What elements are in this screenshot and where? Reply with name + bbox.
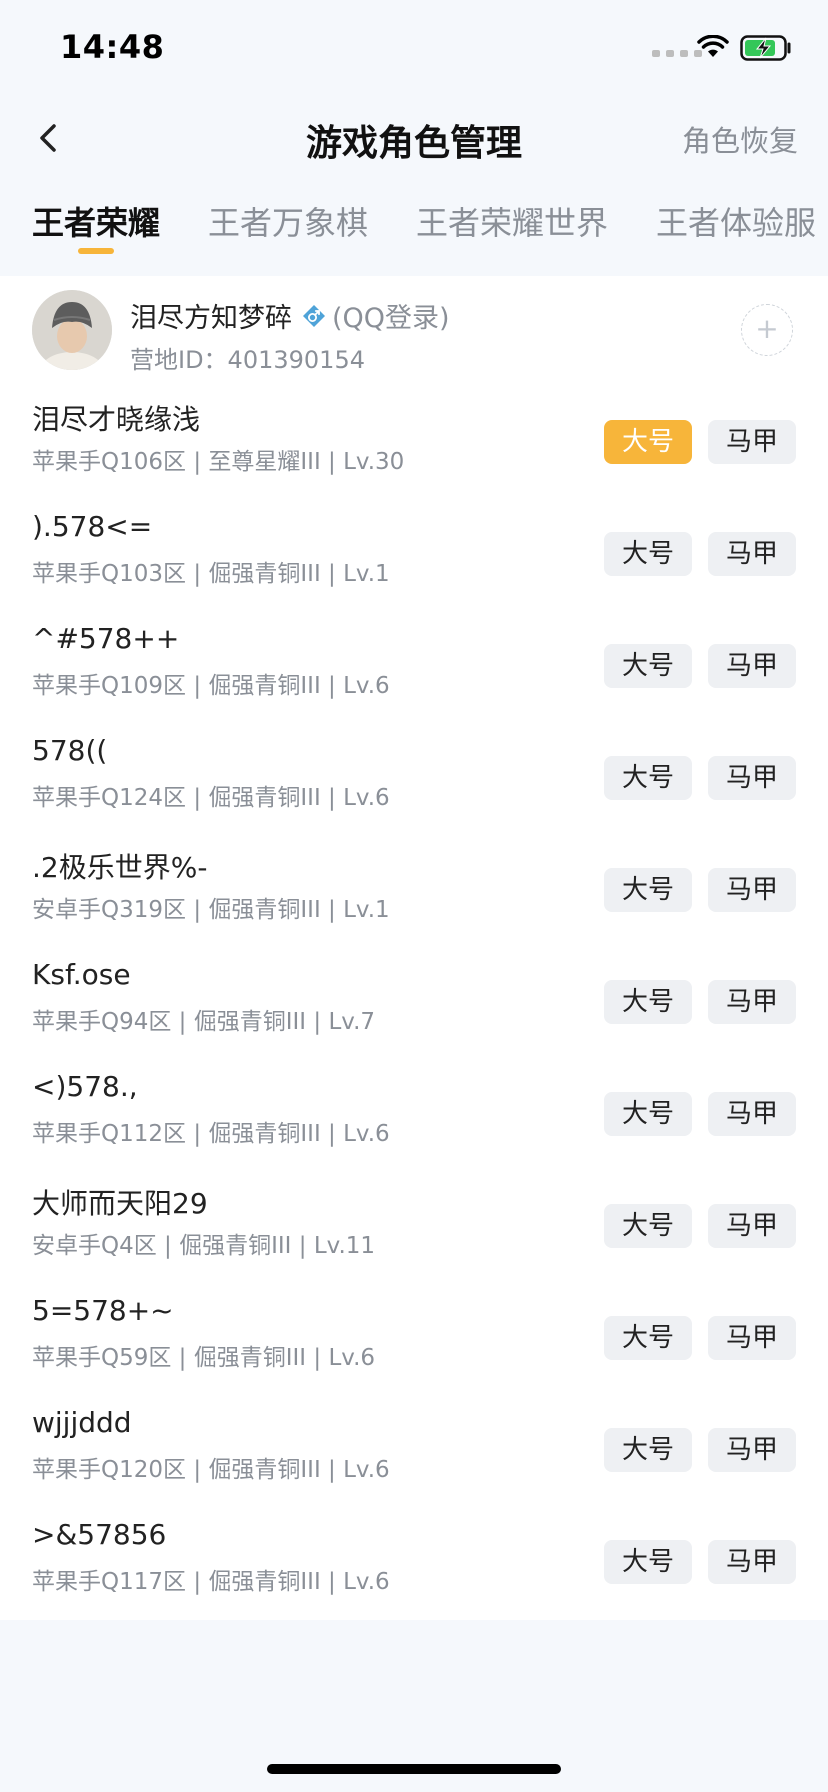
alt-account-button[interactable]: 马甲 [708,532,796,576]
role-meta: 安卓手Q319区 | 倔强青铜III | Lv.1 [32,897,390,923]
role-name: Ksf.ose [32,958,131,991]
profile-name-row: 泪尽方知梦碎 (QQ登录) [130,296,450,335]
role-list: 泪尽才晓缘浅 苹果手Q106区 | 至尊星耀III | Lv.30 大号 马甲).57… [0,386,828,1618]
role-meta: 苹果手Q120区 | 倔强青铜III | Lv.6 [32,1457,390,1483]
main-account-button[interactable]: 大号 [604,980,692,1024]
role-name: >&57856 [32,1518,167,1551]
camp-id: 营地ID：401390154 [130,346,365,374]
alt-account-button[interactable]: 马甲 [708,756,796,800]
main-account-button[interactable]: 大号 [604,1204,692,1248]
main-account-button[interactable]: 大号 [604,1540,692,1584]
role-item: ).578<= 苹果手Q103区 | 倔强青铜III | Lv.1 大号 马甲 [0,498,828,610]
role-item: .2极乐世界%- 安卓手Q319区 | 倔强青铜III | Lv.1 大号 马甲 [0,834,828,946]
profile-name: 泪尽方知梦碎 [130,303,292,334]
cellular-signal-icon [652,50,702,57]
tab-wangzhewanxiangqi[interactable]: 王者万象棋 [208,198,368,244]
role-name: 5=578+~ [32,1294,174,1327]
main-account-button[interactable]: 大号 [604,1428,692,1472]
role-item: 大师而天阳29 安卓手Q4区 | 倔强青铜III | Lv.11 大号 马甲 [0,1170,828,1282]
role-name: ).578<= [32,510,153,543]
home-indicator [267,1764,561,1774]
alt-account-button[interactable]: 马甲 [708,1204,796,1248]
tab-wangzhetiyanfu[interactable]: 王者体验服 [656,198,816,244]
role-meta: 苹果手Q109区 | 倔强青铜III | Lv.6 [32,673,390,699]
role-name: ^#578++ [32,622,180,655]
role-name: 大师而天阳29 [32,1187,208,1220]
role-name: .2极乐世界%- [32,851,208,884]
status-time: 14:48 [60,28,165,66]
role-name: <)578., [32,1070,138,1103]
alt-account-button[interactable]: 马甲 [708,1092,796,1136]
role-meta: 苹果手Q124区 | 倔强青铜III | Lv.6 [32,785,390,811]
tab-wangzherongyaoshijie[interactable]: 王者荣耀世界 [416,198,608,244]
alt-account-button[interactable]: 马甲 [708,980,796,1024]
main-account-button[interactable]: 大号 [604,532,692,576]
alt-account-button[interactable]: 马甲 [708,420,796,464]
game-tabs: 王者荣耀 王者万象棋 王者荣耀世界 王者体验服 [0,190,828,270]
alt-account-button[interactable]: 马甲 [708,1316,796,1360]
role-panel: 泪尽方知梦碎 (QQ登录) 营地ID：401390154 + 泪尽才晓缘浅苹果手… [0,276,828,1620]
main-account-button[interactable]: 大号 [604,644,692,688]
role-item: <)578., 苹果手Q112区 | 倔强青铜III | Lv.6 大号 马甲 [0,1058,828,1170]
role-item: ^#578++ 苹果手Q109区 | 倔强青铜III | Lv.6 大号 马甲 [0,610,828,722]
main-account-button[interactable]: 大号 [604,756,692,800]
role-item: wjjjddd 苹果手Q120区 | 倔强青铜III | Lv.6 大号 马甲 [0,1394,828,1506]
role-name: 578(( [32,734,108,767]
alt-account-button[interactable]: 马甲 [708,1540,796,1584]
role-item: Ksf.ose 苹果手Q94区 | 倔强青铜III | Lv.7 大号 马甲 [0,946,828,1058]
role-name: 泪尽才晓缘浅 [32,403,201,436]
role-meta: 苹果手Q106区 | 至尊星耀III | Lv.30 [32,449,405,475]
role-meta: 苹果手Q103区 | 倔强青铜III | Lv.1 [32,561,390,587]
alt-account-button[interactable]: 马甲 [708,644,796,688]
profile-card: 泪尽方知梦碎 (QQ登录) 营地ID：401390154 + [0,276,828,386]
nav-bar: 游戏角色管理 角色恢复 [0,100,828,180]
role-name: wjjjddd [32,1406,132,1439]
active-tab-indicator [78,248,114,254]
role-meta: 苹果手Q59区 | 倔强青铜III | Lv.6 [32,1345,376,1371]
avatar [32,290,112,370]
role-item: >&57856 苹果手Q117区 | 倔强青铜III | Lv.6 大号 马甲 [0,1506,828,1618]
male-gender-icon [303,304,325,327]
role-item: 5=578+~ 苹果手Q59区 | 倔强青铜III | Lv.6 大号 马甲 [0,1282,828,1394]
role-meta: 苹果手Q117区 | 倔强青铜III | Lv.6 [32,1569,390,1595]
main-account-button[interactable]: 大号 [604,868,692,912]
role-meta: 苹果手Q94区 | 倔强青铜III | Lv.7 [32,1009,376,1035]
alt-account-button[interactable]: 马甲 [708,868,796,912]
role-item: 泪尽才晓缘浅苹果手Q106区 | 至尊星耀III | Lv.30 大号 马甲 [0,386,828,498]
tab-wangzherongyao[interactable]: 王者荣耀 [32,198,160,244]
main-account-button[interactable]: 大号 [604,1092,692,1136]
wifi-icon [697,35,729,57]
alt-account-button[interactable]: 马甲 [708,1428,796,1472]
login-type: (QQ登录) [332,303,450,334]
main-account-button[interactable]: 大号 [604,1316,692,1360]
role-meta: 苹果手Q112区 | 倔强青铜III | Lv.6 [32,1121,390,1147]
status-bar: 14:48 [0,0,828,100]
role-item: 578(( 苹果手Q124区 | 倔强青铜III | Lv.6 大号 马甲 [0,722,828,834]
role-restore-button[interactable]: 角色恢复 [682,118,798,160]
role-meta: 安卓手Q4区 | 倔强青铜III | Lv.11 [32,1233,376,1259]
add-role-button[interactable]: + [741,304,793,356]
main-account-button[interactable]: 大号 [604,420,692,464]
battery-charging-icon [740,35,791,61]
